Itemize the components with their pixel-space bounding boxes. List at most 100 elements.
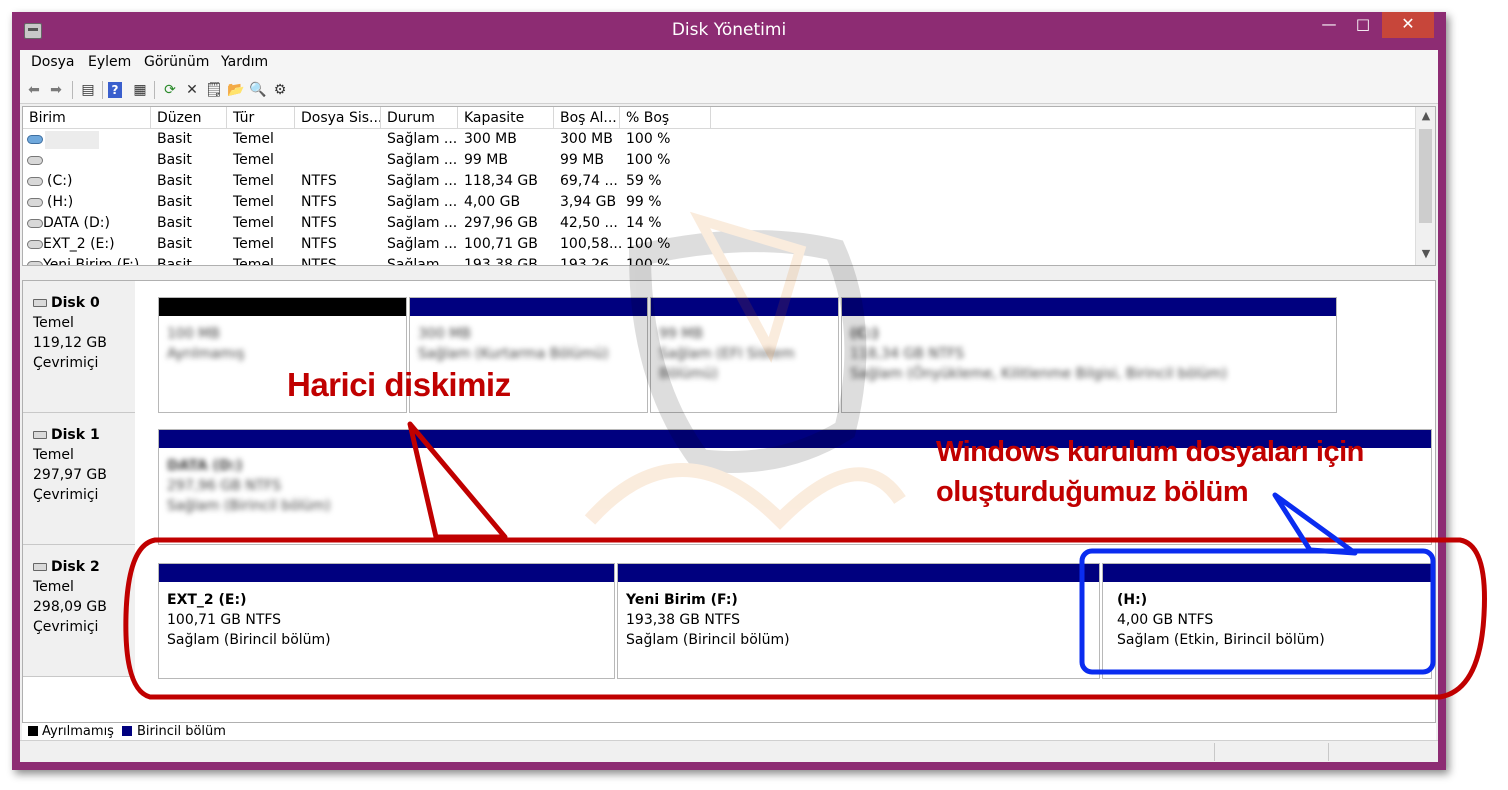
close-button[interactable]: ✕ xyxy=(1382,12,1434,38)
legend-swatch-primary xyxy=(122,726,132,736)
delete-icon[interactable]: ✕ xyxy=(182,80,202,100)
disk-2-size: 298,09 GB xyxy=(33,599,107,615)
minimize-button[interactable]: — xyxy=(1312,12,1346,38)
cell-yuzde-bos: 59 % xyxy=(626,173,662,189)
volume-list-scrollbar[interactable]: ▲ ▼ xyxy=(1415,107,1435,265)
properties-view-icon[interactable]: ▦ xyxy=(130,80,150,100)
column-bos-alan[interactable]: Boş Al... xyxy=(554,107,620,129)
open-icon[interactable]: 📂 xyxy=(226,80,246,100)
cell-yuzde-bos: 100 % xyxy=(626,152,671,168)
disk-0-type: Temel xyxy=(33,315,74,331)
volume-row[interactable]: Basit Temel Sağlam ... 300 MB 300 MB 100… xyxy=(23,129,1415,150)
disk-1-label[interactable]: Disk 1 Temel 297,97 GB Çevrimiçi xyxy=(23,413,135,545)
menu-dosya[interactable]: Dosya xyxy=(31,54,75,70)
disk-0-size: 119,12 GB xyxy=(33,335,107,351)
cell-bos-alan: 100,58... xyxy=(560,236,623,252)
cell-kapasite: 297,96 GB xyxy=(464,215,538,231)
column-yuzde-bos[interactable]: % Boş xyxy=(620,107,711,129)
properties-icon[interactable]: 🗒 xyxy=(204,80,224,100)
disk-2-partition-e[interactable]: EXT_2 (E:) 100,71 GB NTFS Sağlam (Birincil… xyxy=(158,563,615,679)
menu-gorunum[interactable]: Görünüm xyxy=(144,54,209,70)
disk-icon xyxy=(33,299,47,307)
cell-yuzde-bos: 100 % xyxy=(626,257,671,266)
disk-2-partition-h[interactable]: (H:) 4,00 GB NTFS Sağlam (Etkin, Birincil … xyxy=(1102,563,1432,679)
partition-name: (C:) xyxy=(850,326,879,342)
menu-yardim[interactable]: Yardım xyxy=(221,54,268,70)
cell-tur: Temel xyxy=(233,215,274,231)
column-dosya-sistemi[interactable]: Dosya Sis... xyxy=(295,107,381,129)
column-birim[interactable]: Birim xyxy=(23,107,151,129)
cell-duzen: Basit xyxy=(157,257,192,266)
cell-tur: Temel xyxy=(233,236,274,252)
volume-row[interactable]: EXT_2 (E:) Basit Temel NTFS Sağlam ... 1… xyxy=(23,234,1415,255)
title-bar[interactable]: Disk Yönetimi — □ ✕ xyxy=(12,12,1446,50)
cell-yuzde-bos: 100 % xyxy=(626,131,671,147)
volume-row[interactable]: Yeni Birim (F:) Basit Temel NTFS Sağlam … xyxy=(23,255,1415,266)
disk-2-partition-f[interactable]: Yeni Birim (F:) 193,38 GB NTFS Sağlam (Bir… xyxy=(617,563,1100,679)
refresh-icon[interactable]: ⟳ xyxy=(160,80,180,100)
maximize-button[interactable]: □ xyxy=(1346,12,1380,38)
status-pane xyxy=(1328,743,1329,761)
cell-duzen: Basit xyxy=(157,215,192,231)
volume-row[interactable]: (C:) Basit Temel NTFS Sağlam ... 118,34 … xyxy=(23,171,1415,192)
cell-duzen: Basit xyxy=(157,194,192,210)
cell-bos-alan: 99 MB xyxy=(560,152,604,168)
column-duzen[interactable]: Düzen xyxy=(151,107,227,129)
disk-2-status: Çevrimiçi xyxy=(33,619,99,635)
cell-yuzde-bos: 100 % xyxy=(626,236,671,252)
cell-tur: Temel xyxy=(233,194,274,210)
scroll-up-icon[interactable]: ▲ xyxy=(1416,107,1435,125)
volume-row[interactable]: DATA (D:) Basit Temel NTFS Sağlam ... 29… xyxy=(23,213,1415,234)
disk-0-partition-c[interactable]: (C:) 118,34 GB NTFS Sağlam (Önyükleme, Kil… xyxy=(841,297,1337,413)
scroll-down-icon[interactable]: ▼ xyxy=(1416,245,1435,263)
column-kapasite[interactable]: Kapasite xyxy=(458,107,554,129)
disk-icon xyxy=(33,431,47,439)
cell-dosya-sistemi: NTFS xyxy=(301,215,337,231)
partition-bar xyxy=(618,564,1099,582)
legend-unallocated-label: Ayrılmamış xyxy=(42,724,114,739)
back-icon[interactable]: ⬅ xyxy=(24,80,44,100)
explore-icon[interactable]: 🔍 xyxy=(248,80,268,100)
cell-durum: Sağlam ... xyxy=(387,194,458,210)
cell-yuzde-bos: 99 % xyxy=(626,194,662,210)
disk-1-type: Temel xyxy=(33,447,74,463)
disk-0-label[interactable]: Disk 0 Temel 119,12 GB Çevrimiçi xyxy=(23,281,135,413)
toolbar-separator xyxy=(154,81,155,99)
cell-birim: EXT_2 (E:) xyxy=(43,236,115,252)
cell-kapasite: 100,71 GB xyxy=(464,236,538,252)
disk-0-status: Çevrimiçi xyxy=(33,355,99,371)
cell-bos-alan: 42,50 ... xyxy=(560,215,618,231)
help-icon[interactable]: ? xyxy=(108,82,122,98)
settings-icon[interactable]: ⚙ xyxy=(270,80,290,100)
client-area: Dosya Eylem Görünüm Yardım ⬅ ➡ ▤ ? ▦ ⟳ ✕… xyxy=(20,50,1438,762)
legend-bar: Ayrılmamış Birincil bölüm xyxy=(22,722,1436,740)
volume-row[interactable]: (H:) Basit Temel NTFS Sağlam ... 4,00 GB… xyxy=(23,192,1415,213)
cell-birim: Yeni Birim (F:) xyxy=(43,257,140,266)
cell-dosya-sistemi: NTFS xyxy=(301,194,337,210)
volume-icon xyxy=(27,156,43,165)
partition-status: Sağlam (Önyükleme, Kilitlenme Bilgisi, B… xyxy=(850,366,1228,382)
disk-management-window: Disk Yönetimi — □ ✕ Dosya Eylem Görünüm … xyxy=(12,12,1446,770)
column-durum[interactable]: Durum xyxy=(381,107,458,129)
status-bar xyxy=(20,740,1438,762)
console-tree-icon[interactable]: ▤ xyxy=(78,80,98,100)
disk-2-label[interactable]: Disk 2 Temel 298,09 GB Çevrimiçi xyxy=(23,545,135,677)
cell-yuzde-bos: 14 % xyxy=(626,215,662,231)
partition-size: 100,71 GB NTFS xyxy=(167,612,282,628)
cell-tur: Temel xyxy=(233,131,274,147)
partition-size: 99 MB xyxy=(659,326,703,342)
partition-size: 193,38 GB NTFS xyxy=(626,612,741,628)
volume-row[interactable]: Basit Temel Sağlam ... 99 MB 99 MB 100 % xyxy=(23,150,1415,171)
column-tur[interactable]: Tür xyxy=(227,107,295,129)
forward-icon[interactable]: ➡ xyxy=(46,80,66,100)
cell-durum: Sağlam ... xyxy=(387,173,458,189)
scrollbar-thumb[interactable] xyxy=(1419,129,1432,223)
cell-duzen: Basit xyxy=(157,131,192,147)
partition-status: Ayrılmamış xyxy=(167,346,245,362)
cell-kapasite: 99 MB xyxy=(464,152,508,168)
menu-bar: Dosya Eylem Görünüm Yardım xyxy=(20,50,1438,76)
menu-eylem[interactable]: Eylem xyxy=(88,54,131,70)
disk-0-partition-efi[interactable]: 99 MB Sağlam (EFI Sistem Bölümü) xyxy=(650,297,839,413)
toolbar-separator xyxy=(72,81,73,99)
volume-icon xyxy=(27,135,43,144)
